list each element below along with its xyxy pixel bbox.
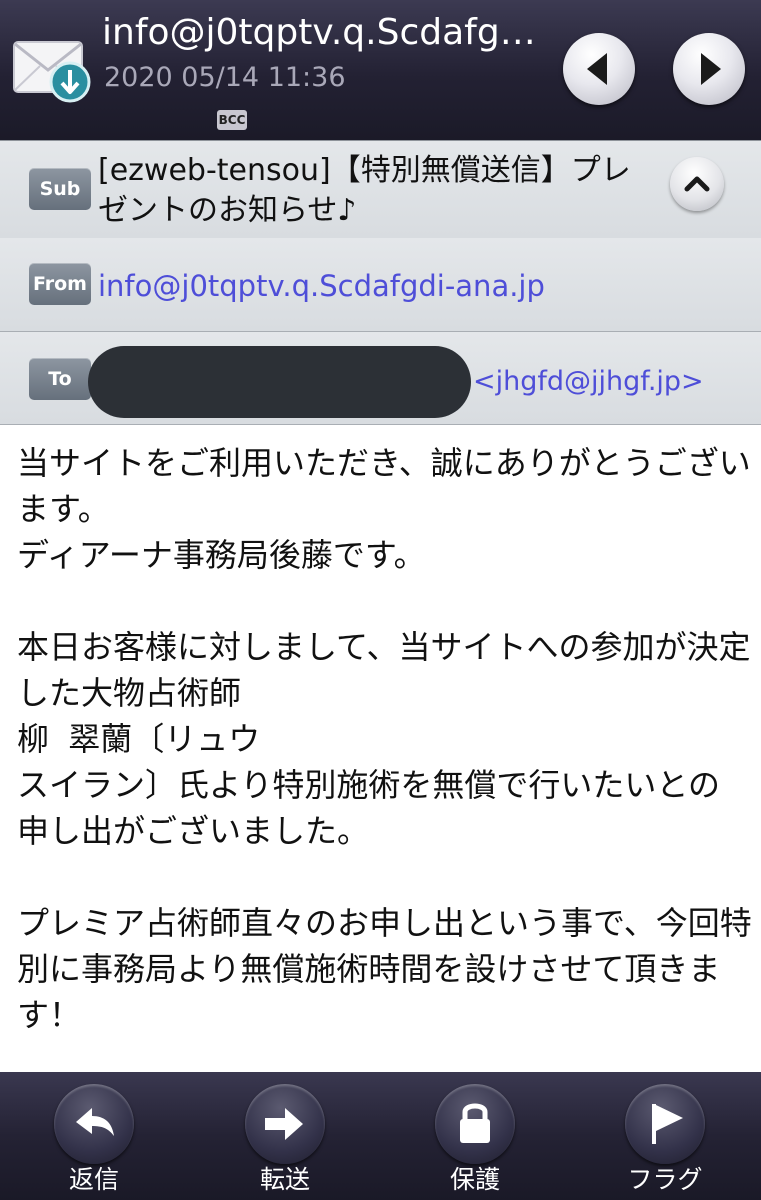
forward-label: 転送 bbox=[259, 1165, 310, 1194]
from-label: From bbox=[29, 263, 91, 305]
bottom-toolbar: 返信 転送 保護 フラグ bbox=[0, 1072, 761, 1200]
to-label: To bbox=[29, 358, 91, 400]
chevron-left-icon bbox=[587, 53, 607, 85]
subject-label: Sub bbox=[29, 168, 91, 210]
forward-button[interactable]: 転送 bbox=[225, 1072, 345, 1200]
to-address-link[interactable]: <jhgfd@jjhgf.jp> bbox=[473, 362, 704, 402]
flag-icon bbox=[625, 1084, 705, 1164]
previous-message-button[interactable] bbox=[563, 33, 635, 105]
subject-row: Sub [ezweb-tensou]【特別無償送信】プレゼントのお知らせ♪ bbox=[0, 140, 761, 239]
reply-icon bbox=[54, 1084, 134, 1164]
protect-label: 保護 bbox=[449, 1165, 500, 1194]
flag-label: フラグ bbox=[627, 1165, 703, 1194]
reply-button[interactable]: 返信 bbox=[34, 1072, 154, 1200]
message-header: info@j0tqptv.q.Scdafg… 2020 05/14 11:36 … bbox=[0, 0, 761, 140]
next-message-button[interactable] bbox=[673, 33, 745, 105]
bcc-badge: BCC bbox=[217, 110, 247, 130]
mail-download-icon bbox=[12, 38, 98, 106]
reply-label: 返信 bbox=[68, 1165, 119, 1194]
message-body: 当サイトをご利用いただき、誠にありがとうございます。 ディアーナ事務局後藤です。… bbox=[17, 444, 752, 1034]
chevron-up-icon bbox=[684, 176, 710, 192]
collapse-header-button[interactable] bbox=[670, 157, 724, 211]
header-sender-title: info@j0tqptv.q.Scdafg… bbox=[102, 12, 536, 53]
forward-arrow-icon bbox=[245, 1084, 325, 1164]
flag-button[interactable]: フラグ bbox=[605, 1072, 725, 1200]
received-date: 2020 05/14 11:36 bbox=[104, 62, 346, 93]
from-row: From info@j0tqptv.q.Scdafgdi-ana.jp bbox=[0, 238, 761, 332]
from-address-link[interactable]: info@j0tqptv.q.Scdafgdi-ana.jp bbox=[98, 266, 545, 306]
chevron-right-icon bbox=[701, 53, 721, 85]
redacted-recipient-name bbox=[88, 346, 471, 418]
subject-text: [ezweb-tensou]【特別無償送信】プレゼントのお知らせ♪ bbox=[98, 153, 631, 228]
to-row: To <jhgfd@jjhgf.jp> bbox=[0, 332, 761, 425]
lock-icon bbox=[435, 1084, 515, 1164]
protect-button[interactable]: 保護 bbox=[415, 1072, 535, 1200]
